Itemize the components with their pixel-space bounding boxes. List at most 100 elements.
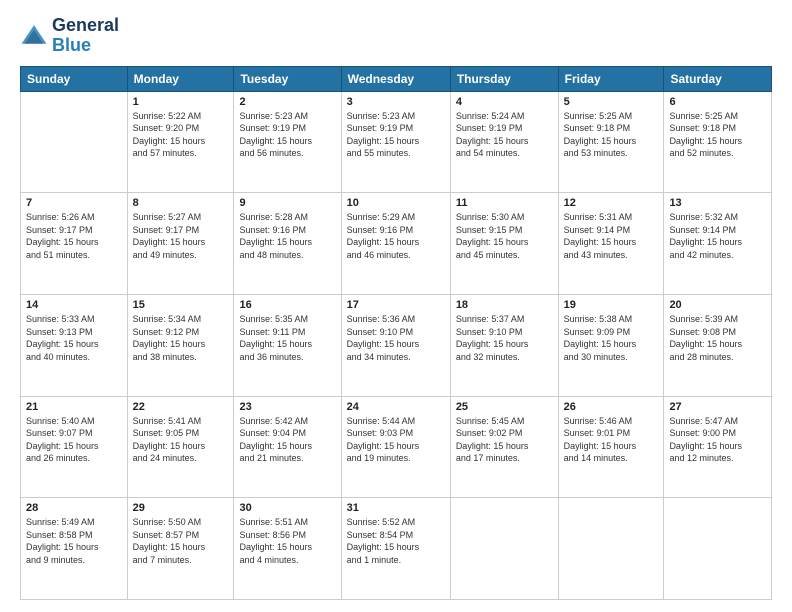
- day-cell: 31Sunrise: 5:52 AMSunset: 8:54 PMDayligh…: [341, 498, 450, 600]
- day-info: Sunrise: 5:34 AMSunset: 9:12 PMDaylight:…: [133, 313, 229, 363]
- logo-icon: [20, 22, 48, 50]
- day-info: Sunrise: 5:30 AMSunset: 9:15 PMDaylight:…: [456, 211, 553, 261]
- day-cell: [21, 91, 128, 193]
- day-number: 4: [456, 96, 553, 108]
- day-number: 2: [239, 96, 335, 108]
- day-info: Sunrise: 5:39 AMSunset: 9:08 PMDaylight:…: [669, 313, 766, 363]
- day-number: 1: [133, 96, 229, 108]
- day-number: 10: [347, 197, 445, 209]
- day-number: 19: [564, 299, 659, 311]
- day-cell: 30 Sunrise: 5:51 AMSunset: 8:56 PMDayligh…: [234, 498, 341, 600]
- day-number: 5: [564, 96, 659, 108]
- day-number: 22: [133, 401, 229, 413]
- week-row-3: 21 Sunrise: 5:40 AMSunset: 9:07 PMDayligh…: [21, 396, 772, 498]
- day-cell: 17 Sunrise: 5:36 AMSunset: 9:10 PMDayligh…: [341, 294, 450, 396]
- day-number: 7: [26, 197, 122, 209]
- logo-text-general: General: [52, 16, 119, 36]
- day-info: Sunrise: 5:32 AMSunset: 9:14 PMDaylight:…: [669, 211, 766, 261]
- day-number: 29: [133, 502, 229, 514]
- day-number: 24: [347, 401, 445, 413]
- day-cell: 22 Sunrise: 5:41 AMSunset: 9:05 PMDayligh…: [127, 396, 234, 498]
- day-cell: 21 Sunrise: 5:40 AMSunset: 9:07 PMDayligh…: [21, 396, 128, 498]
- day-info: Sunrise: 5:50 AMSunset: 8:57 PMDaylight:…: [133, 516, 229, 566]
- week-row-0: 1Sunrise: 5:22 AMSunset: 9:20 PMDaylight…: [21, 91, 772, 193]
- day-cell: 28 Sunrise: 5:49 AMSunset: 8:58 PMDayligh…: [21, 498, 128, 600]
- day-info: Sunrise: 5:41 AMSunset: 9:05 PMDaylight:…: [133, 415, 229, 465]
- header-row: SundayMondayTuesdayWednesdayThursdayFrid…: [21, 66, 772, 91]
- day-info: Sunrise: 5:29 AMSunset: 9:16 PMDaylight:…: [347, 211, 445, 261]
- day-cell: 3Sunrise: 5:23 AMSunset: 9:19 PMDaylight…: [341, 91, 450, 193]
- day-number: 27: [669, 401, 766, 413]
- day-cell: 23Sunrise: 5:42 AMSunset: 9:04 PMDayligh…: [234, 396, 341, 498]
- day-cell: 15Sunrise: 5:34 AMSunset: 9:12 PMDayligh…: [127, 294, 234, 396]
- day-cell: [664, 498, 772, 600]
- day-cell: 6 Sunrise: 5:25 AMSunset: 9:18 PMDaylight…: [664, 91, 772, 193]
- day-number: 31: [347, 502, 445, 514]
- day-info: Sunrise: 5:45 AMSunset: 9:02 PMDaylight:…: [456, 415, 553, 465]
- day-number: 6: [669, 96, 766, 108]
- day-cell: 24 Sunrise: 5:44 AMSunset: 9:03 PMDayligh…: [341, 396, 450, 498]
- day-cell: 12 Sunrise: 5:31 AMSunset: 9:14 PMDayligh…: [558, 193, 664, 295]
- day-info: Sunrise: 5:38 AMSunset: 9:09 PMDaylight:…: [564, 313, 659, 363]
- day-info: Sunrise: 5:46 AMSunset: 9:01 PMDaylight:…: [564, 415, 659, 465]
- day-info: Sunrise: 5:40 AMSunset: 9:07 PMDaylight:…: [26, 415, 122, 465]
- header-day-tuesday: Tuesday: [234, 66, 341, 91]
- week-row-4: 28 Sunrise: 5:49 AMSunset: 8:58 PMDayligh…: [21, 498, 772, 600]
- day-info: Sunrise: 5:25 AMSunset: 9:18 PMDaylight:…: [564, 110, 659, 160]
- day-cell: 13 Sunrise: 5:32 AMSunset: 9:14 PMDayligh…: [664, 193, 772, 295]
- calendar: SundayMondayTuesdayWednesdayThursdayFrid…: [20, 66, 772, 600]
- day-info: Sunrise: 5:36 AMSunset: 9:10 PMDaylight:…: [347, 313, 445, 363]
- day-number: 30: [239, 502, 335, 514]
- day-info: Sunrise: 5:23 AMSunset: 9:19 PMDaylight:…: [347, 110, 445, 160]
- week-row-1: 7 Sunrise: 5:26 AMSunset: 9:17 PMDaylight…: [21, 193, 772, 295]
- day-number: 20: [669, 299, 766, 311]
- day-cell: 19 Sunrise: 5:38 AMSunset: 9:09 PMDayligh…: [558, 294, 664, 396]
- day-cell: 29 Sunrise: 5:50 AMSunset: 8:57 PMDayligh…: [127, 498, 234, 600]
- day-number: 8: [133, 197, 229, 209]
- day-cell: 4 Sunrise: 5:24 AMSunset: 9:19 PMDaylight…: [450, 91, 558, 193]
- day-info: Sunrise: 5:24 AMSunset: 9:19 PMDaylight:…: [456, 110, 553, 160]
- day-cell: 14 Sunrise: 5:33 AMSunset: 9:13 PMDayligh…: [21, 294, 128, 396]
- day-info: Sunrise: 5:44 AMSunset: 9:03 PMDaylight:…: [347, 415, 445, 465]
- day-info: Sunrise: 5:27 AMSunset: 9:17 PMDaylight:…: [133, 211, 229, 261]
- day-cell: 26 Sunrise: 5:46 AMSunset: 9:01 PMDayligh…: [558, 396, 664, 498]
- day-info: Sunrise: 5:33 AMSunset: 9:13 PMDaylight:…: [26, 313, 122, 363]
- day-info: Sunrise: 5:28 AMSunset: 9:16 PMDaylight:…: [239, 211, 335, 261]
- day-cell: 5 Sunrise: 5:25 AMSunset: 9:18 PMDaylight…: [558, 91, 664, 193]
- day-cell: 18Sunrise: 5:37 AMSunset: 9:10 PMDayligh…: [450, 294, 558, 396]
- day-cell: 2 Sunrise: 5:23 AMSunset: 9:19 PMDaylight…: [234, 91, 341, 193]
- header-day-friday: Friday: [558, 66, 664, 91]
- day-number: 25: [456, 401, 553, 413]
- day-cell: 8 Sunrise: 5:27 AMSunset: 9:17 PMDaylight…: [127, 193, 234, 295]
- day-cell: 25 Sunrise: 5:45 AMSunset: 9:02 PMDayligh…: [450, 396, 558, 498]
- day-info: Sunrise: 5:51 AMSunset: 8:56 PMDaylight:…: [239, 516, 335, 566]
- day-info: Sunrise: 5:25 AMSunset: 9:18 PMDaylight:…: [669, 110, 766, 160]
- page: General Blue SundayMondayTuesdayWednesda…: [0, 0, 792, 612]
- day-number: 14: [26, 299, 122, 311]
- header-day-sunday: Sunday: [21, 66, 128, 91]
- day-cell: 9 Sunrise: 5:28 AMSunset: 9:16 PMDaylight…: [234, 193, 341, 295]
- day-number: 26: [564, 401, 659, 413]
- header-day-saturday: Saturday: [664, 66, 772, 91]
- day-number: 9: [239, 197, 335, 209]
- day-cell: [450, 498, 558, 600]
- day-number: 16: [239, 299, 335, 311]
- day-info: Sunrise: 5:23 AMSunset: 9:19 PMDaylight:…: [239, 110, 335, 160]
- day-cell: 1Sunrise: 5:22 AMSunset: 9:20 PMDaylight…: [127, 91, 234, 193]
- header-day-monday: Monday: [127, 66, 234, 91]
- day-info: Sunrise: 5:35 AMSunset: 9:11 PMDaylight:…: [239, 313, 335, 363]
- day-cell: 20 Sunrise: 5:39 AMSunset: 9:08 PMDayligh…: [664, 294, 772, 396]
- day-number: 13: [669, 197, 766, 209]
- header-day-wednesday: Wednesday: [341, 66, 450, 91]
- day-cell: [558, 498, 664, 600]
- day-number: 11: [456, 197, 553, 209]
- day-cell: 27Sunrise: 5:47 AMSunset: 9:00 PMDayligh…: [664, 396, 772, 498]
- day-info: Sunrise: 5:49 AMSunset: 8:58 PMDaylight:…: [26, 516, 122, 566]
- day-number: 21: [26, 401, 122, 413]
- day-number: 28: [26, 502, 122, 514]
- day-number: 17: [347, 299, 445, 311]
- day-info: Sunrise: 5:31 AMSunset: 9:14 PMDaylight:…: [564, 211, 659, 261]
- day-cell: 16 Sunrise: 5:35 AMSunset: 9:11 PMDayligh…: [234, 294, 341, 396]
- day-number: 12: [564, 197, 659, 209]
- day-info: Sunrise: 5:26 AMSunset: 9:17 PMDaylight:…: [26, 211, 122, 261]
